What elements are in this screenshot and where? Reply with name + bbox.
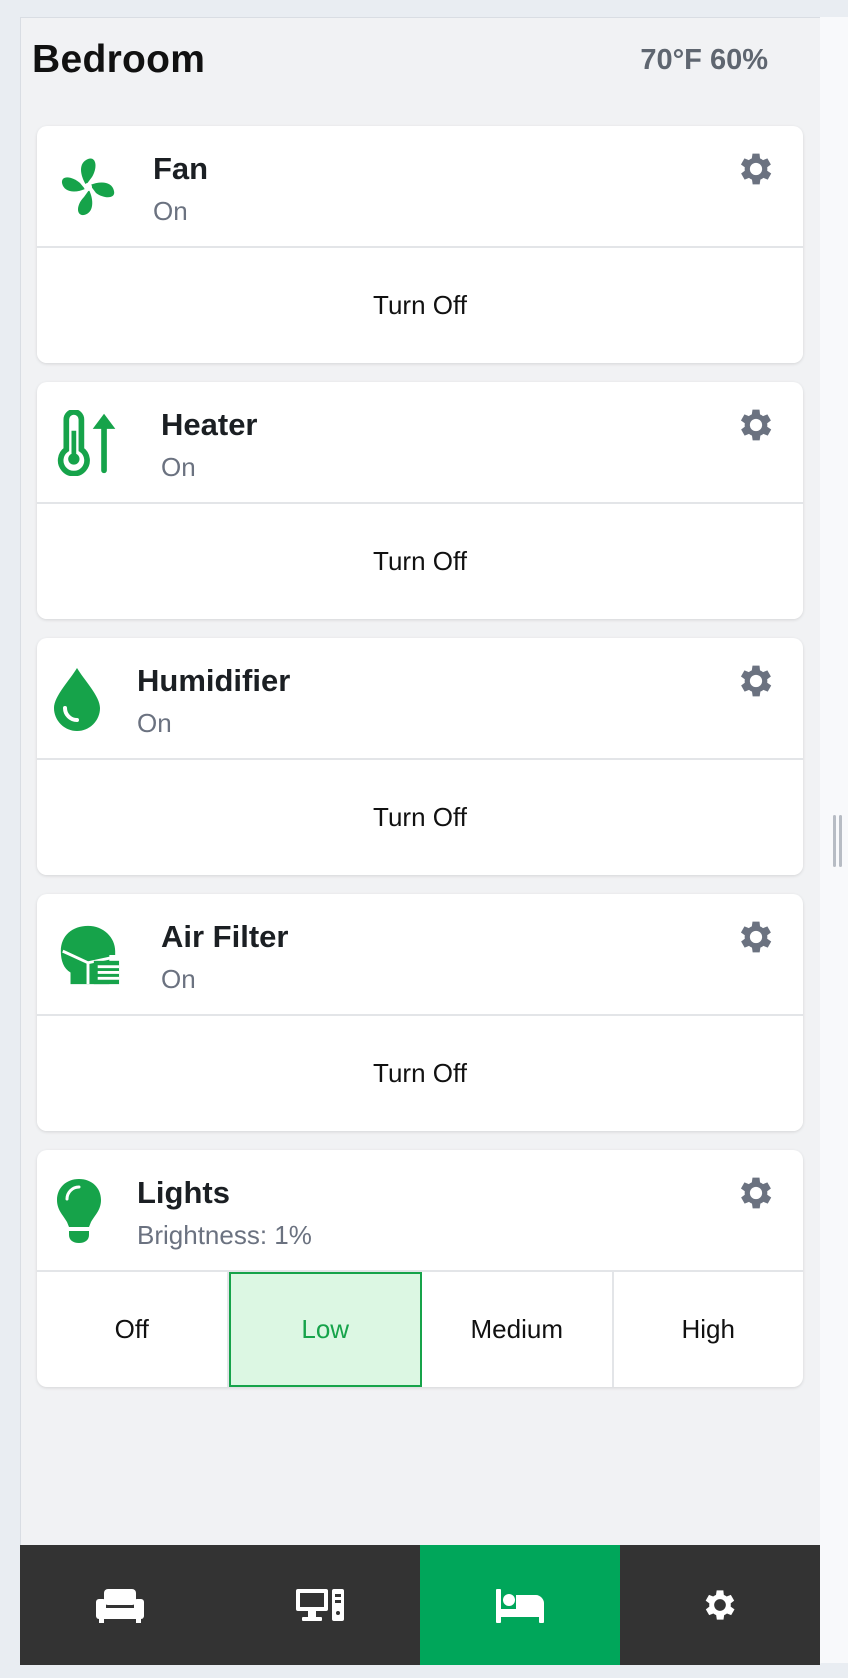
device-status: On [161,964,196,994]
turn-off-button[interactable]: Turn Off [37,760,803,875]
lightbulb-icon [51,1176,107,1246]
device-name: Air Filter [161,919,289,954]
gear-icon [740,409,772,441]
device-card-header: Fan On [37,126,803,246]
droplet-icon [49,664,105,734]
device-status: On [161,452,196,482]
device-status: On [153,196,188,226]
tab-living-room[interactable] [20,1545,220,1665]
device-card-fan: Fan On Turn Off [37,126,803,363]
room-header: Bedroom 70°F 60% [32,38,768,118]
brightness-selector: Off Low Medium High [37,1272,803,1387]
device-settings-button[interactable] [735,1172,777,1214]
brightness-option-low[interactable]: Low [228,1272,422,1387]
gear-icon [740,1177,772,1209]
device-card-header: Air Filter On [37,894,803,1014]
device-card-footer: Turn Off [37,246,803,363]
bed-icon [496,1589,544,1623]
device-card-humidifier: Humidifier On Turn Off [37,638,803,875]
tab-office[interactable] [220,1545,420,1665]
device-settings-button[interactable] [735,660,777,702]
device-settings-button[interactable] [735,148,777,190]
brightness-option-high[interactable]: High [614,1272,804,1387]
device-card-footer: Turn Off [37,1014,803,1131]
turn-off-button[interactable]: Turn Off [37,1016,803,1131]
device-name: Heater [161,407,258,442]
brightness-status: Brightness: 1% [137,1220,312,1250]
bottom-tab-bar [20,1545,820,1665]
device-card-header: Humidifier On [37,638,803,758]
scroll-handle[interactable] [833,815,836,867]
couch-icon [96,1589,144,1623]
climate-readout: 70°F 60% [640,44,768,76]
turn-off-button[interactable]: Turn Off [37,504,803,619]
device-card-footer: Turn Off [37,758,803,875]
gear-icon [705,1590,735,1620]
fan-icon [55,152,121,222]
device-card-heater: Heater On Turn Off [37,382,803,619]
device-card-lights: Lights Brightness: 1% Off Low Medium Hig… [37,1150,803,1387]
temperature-arrow-up-icon [55,408,121,478]
device-name: Fan [153,151,209,186]
turn-off-button[interactable]: Turn Off [37,248,803,363]
device-card-header: Heater On [37,382,803,502]
device-status: On [137,708,172,738]
gear-icon [740,665,772,697]
scroll-handle-line [839,815,842,867]
device-card-footer: Turn Off [37,502,803,619]
gear-icon [740,153,772,185]
brightness-option-medium[interactable]: Medium [422,1272,614,1387]
tab-bedroom[interactable] [420,1545,620,1665]
gear-icon [740,921,772,953]
room-title: Bedroom [32,38,206,81]
device-card-header: Lights Brightness: 1% [37,1150,803,1270]
computer-icon [296,1589,344,1621]
device-name: Humidifier [137,663,291,698]
device-card-air-filter: Air Filter On Turn Off [37,894,803,1131]
head-mask-icon [55,920,121,990]
device-card-footer: Off Low Medium High [37,1270,803,1387]
tab-settings[interactable] [620,1545,820,1665]
device-name: Lights [137,1175,230,1210]
device-settings-button[interactable] [735,404,777,446]
device-settings-button[interactable] [735,916,777,958]
brightness-option-off[interactable]: Off [37,1272,229,1387]
